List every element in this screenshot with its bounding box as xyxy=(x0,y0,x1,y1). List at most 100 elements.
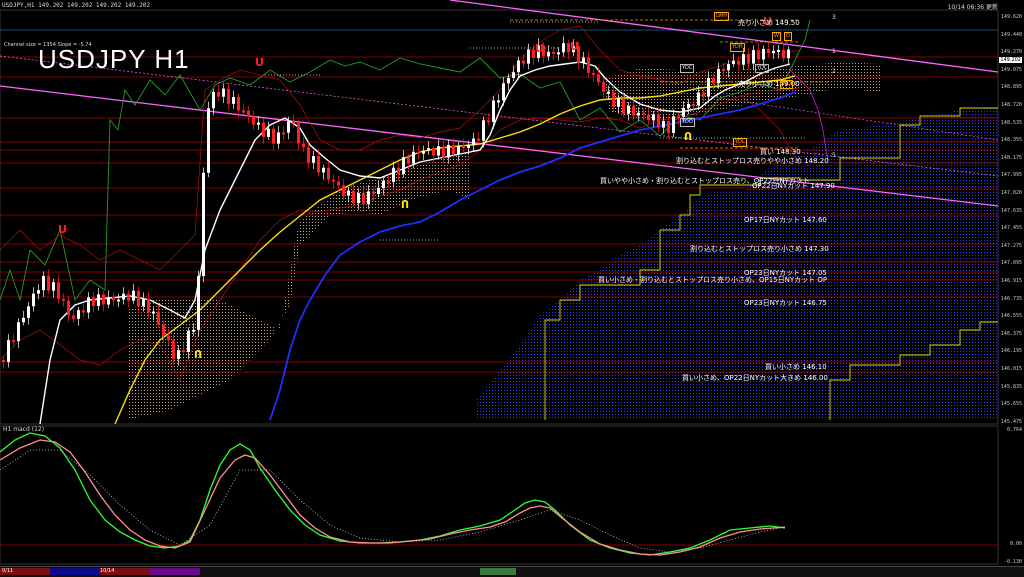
fibo-label: 3 xyxy=(832,14,836,21)
candle-body xyxy=(692,103,695,106)
channel-upper-line[interactable] xyxy=(449,0,999,73)
candle-body xyxy=(232,97,235,104)
candle-body xyxy=(117,299,120,302)
candle-body xyxy=(82,310,85,313)
candle-body xyxy=(182,350,185,353)
price-axis-label: 146.915 xyxy=(1000,278,1022,284)
chart-window[interactable]: Ս Ս Ս Ս Ս Ո Ո Ո USDJPY,H1 149.202 149.20… xyxy=(0,0,1024,577)
candle-body xyxy=(607,91,610,94)
candle-body xyxy=(482,120,485,141)
current-price-tag: 149.202 xyxy=(999,57,1022,63)
candle-body xyxy=(647,114,650,121)
candle-body xyxy=(17,322,20,342)
candle-body xyxy=(772,50,775,53)
yellow-horseshoe-marker: Ո xyxy=(401,198,409,211)
candle-body xyxy=(187,330,190,352)
price-chart[interactable]: Ս Ս Ս Ս Ս Ո Ո Ո xyxy=(0,0,1024,576)
kumo-cloud-tan-2 xyxy=(600,62,880,120)
candle-body xyxy=(732,60,735,65)
candle-body xyxy=(227,88,230,104)
candle-body xyxy=(102,294,105,305)
candle-body xyxy=(507,77,510,84)
candle-body xyxy=(742,54,745,65)
macd-panel-border xyxy=(0,425,999,565)
scroll-thumb[interactable] xyxy=(480,568,516,575)
candle-body xyxy=(717,68,720,84)
price-axis-label: 146.015 xyxy=(1000,366,1022,372)
ydc-tag-2: YDC xyxy=(755,64,770,73)
candle-body xyxy=(362,193,365,204)
candle-body xyxy=(287,121,290,133)
yellow-horseshoe-marker: Ո xyxy=(684,130,692,143)
candle-body xyxy=(292,121,295,124)
red-horseshoe-marker: Ս xyxy=(255,56,263,69)
candle-body xyxy=(477,138,480,141)
macd-indicator-label: H1 macd (12) xyxy=(3,426,45,433)
candle-body xyxy=(492,100,495,122)
price-axis-label: 147.275 xyxy=(1000,242,1022,249)
candle-body xyxy=(392,167,395,182)
candle-body xyxy=(112,297,115,301)
price-axis-label: 148.895 xyxy=(1000,84,1022,91)
candle-body xyxy=(42,275,45,291)
candle-body xyxy=(372,191,375,195)
candle-body xyxy=(347,190,350,196)
candle-body xyxy=(152,311,155,314)
chart-symbol-title: USDJPY H1 xyxy=(38,44,190,74)
price-axis-label: 148.175 xyxy=(1000,154,1022,161)
candle-body xyxy=(317,156,320,173)
price-axis-label: 147.995 xyxy=(1000,172,1022,179)
candle-body xyxy=(2,360,5,362)
candle-body xyxy=(72,315,75,319)
price-axis-label: 147.820 xyxy=(1000,190,1022,196)
time-axis-bar[interactable]: 0/11 10/14 xyxy=(0,566,1024,577)
price-axis-label: 149.620 xyxy=(1000,14,1022,20)
candle-body xyxy=(527,49,530,64)
candle-body xyxy=(87,297,90,313)
order-label: 買い 148.30 xyxy=(760,148,801,156)
candle-body xyxy=(197,276,200,330)
candle-body xyxy=(67,300,70,316)
candle-body xyxy=(32,293,35,307)
candle-body xyxy=(757,50,760,60)
candle-body xyxy=(747,54,750,64)
candle-body xyxy=(342,185,345,196)
candle-body xyxy=(637,112,640,116)
candle-body xyxy=(27,306,30,318)
candle-body xyxy=(597,74,600,83)
candle-body xyxy=(712,78,715,84)
candle-body xyxy=(237,97,240,111)
candle-body xyxy=(147,298,150,312)
candle-body xyxy=(737,60,740,65)
candle-body xyxy=(212,91,215,109)
candle-body xyxy=(92,297,95,306)
price-axis-label: 146.375 xyxy=(1000,330,1022,337)
fibo-label: 5 xyxy=(832,152,836,159)
candle-body xyxy=(497,100,500,103)
candle-body xyxy=(62,298,65,301)
candle-body xyxy=(667,121,670,133)
price-axis-label: 146.735 xyxy=(1000,295,1022,302)
candle-body xyxy=(37,290,40,294)
macd-axis-label: -0.130 xyxy=(1003,559,1022,565)
candle-body xyxy=(202,172,205,277)
candle-body xyxy=(302,143,305,148)
candle-body xyxy=(707,78,710,97)
order-label: 割り込むとストップロス売り小さめ 147.30 xyxy=(690,245,829,253)
candle-body xyxy=(47,275,50,291)
order-label: 売り小さめ 149.50 xyxy=(738,19,800,27)
yellow-horseshoe-marker: Ո xyxy=(194,348,202,361)
candle-body xyxy=(277,132,280,144)
candle-body xyxy=(632,105,635,116)
order-label: OP22日NYカット 147.90 xyxy=(752,182,835,190)
candle-body xyxy=(702,92,705,97)
candle-body xyxy=(407,157,410,164)
candle-body xyxy=(777,49,780,52)
candle-body xyxy=(467,145,470,149)
candle-body xyxy=(357,193,360,204)
candle-body xyxy=(782,49,785,59)
candle-body xyxy=(172,340,175,360)
ydc-tag: YDC xyxy=(680,64,695,73)
candle-body xyxy=(452,144,455,155)
macd-line xyxy=(0,432,786,556)
